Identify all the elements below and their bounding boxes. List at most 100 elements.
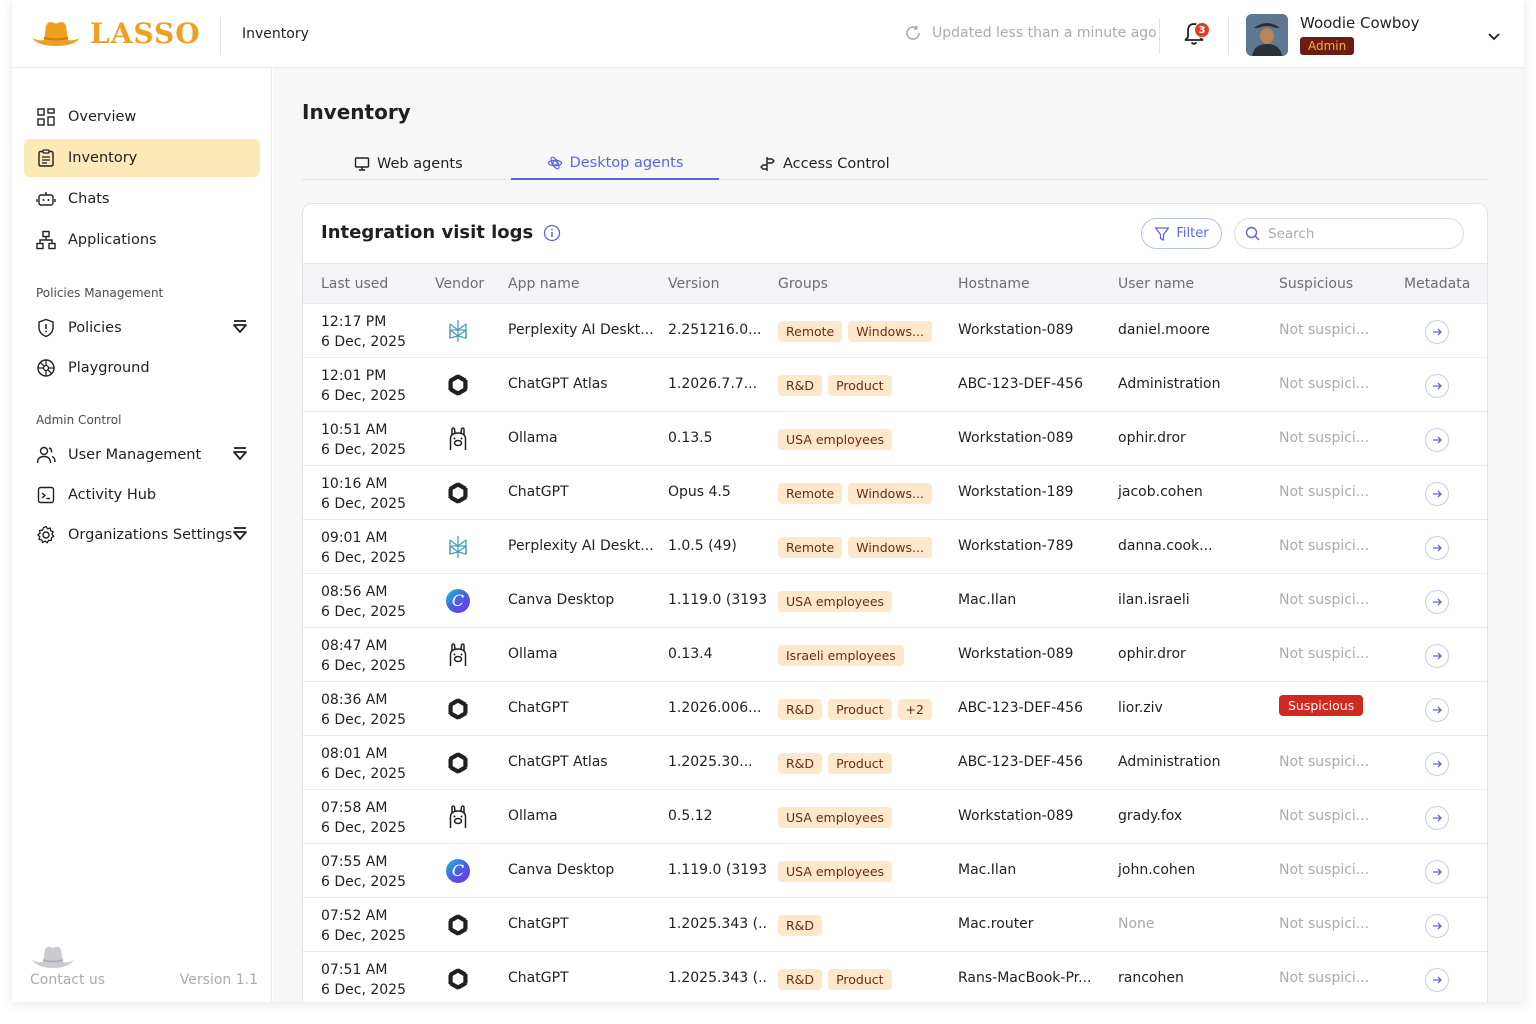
hostname-cell: ABC-123-DEF-456 (958, 376, 1083, 392)
metadata-button[interactable] (1425, 968, 1449, 992)
table-row[interactable]: 08:36 AM 6 Dec, 2025 ChatGPT 1.2026.006... R… (303, 682, 1487, 736)
info-icon[interactable] (543, 224, 561, 242)
arrow-right-icon (1433, 706, 1442, 714)
user-name-cell: daniel.moore (1118, 322, 1211, 338)
suspicious-cell: Not suspici... (1279, 646, 1369, 662)
sidebar-item-organizations-settings[interactable]: Organizations Settings (24, 516, 260, 554)
metadata-button[interactable] (1425, 428, 1449, 452)
app-name-cell: ChatGPT (508, 916, 569, 932)
tab-access-control[interactable]: Access Control (760, 148, 890, 180)
last-used-time: 07:52 AM (321, 908, 388, 924)
expand-icon[interactable] (232, 446, 248, 462)
column-header-metadata[interactable]: Metadata (1404, 276, 1470, 292)
suspicious-status: Not suspici... (1279, 376, 1370, 392)
sidebar-item-applications[interactable]: Applications (24, 221, 260, 259)
table-row[interactable]: 08:47 AM 6 Dec, 2025 Ollama 0.13.4 Israeli e… (303, 628, 1487, 682)
table-row[interactable]: 07:55 AM 6 Dec, 2025 C Canva Desktop 1.119.0… (303, 844, 1487, 898)
chevron-down-icon[interactable] (1486, 28, 1502, 44)
version-cell: 2.251216.0... (668, 322, 762, 338)
user-name-cell: Administration (1118, 754, 1221, 770)
group-tag: USA employees (778, 861, 893, 882)
metadata-button[interactable] (1425, 698, 1449, 722)
last-used-date: 6 Dec, 2025 (321, 766, 406, 782)
column-header-last-used[interactable]: Last used (321, 276, 388, 292)
table-row[interactable]: 10:51 AM 6 Dec, 2025 Ollama 0.13.5 USA emplo… (303, 412, 1487, 466)
metadata-button[interactable] (1425, 860, 1449, 884)
applications-icon (36, 230, 56, 250)
suspicious-status: Not suspici... (1279, 862, 1370, 878)
sidebar-item-chats[interactable]: Chats (24, 180, 260, 218)
sidebar-item-user-management[interactable]: User Management (24, 436, 260, 474)
hostname-cell: Mac.Ilan (958, 592, 1017, 608)
user-name-cell: john.cohen (1118, 862, 1196, 878)
divider (1228, 18, 1229, 54)
sidebar-item-activity-hub[interactable]: Activity Hub (24, 476, 260, 514)
column-header-suspicious[interactable]: Suspicious (1279, 276, 1353, 292)
app-name-cell: Canva Desktop (508, 592, 615, 608)
tab-bar: Web agents Desktop agents Access Control (302, 148, 1488, 180)
column-header-user-name[interactable]: User name (1118, 276, 1194, 292)
expand-icon[interactable] (232, 319, 248, 335)
app-name-cell: Perplexity AI Deskt... (508, 538, 654, 554)
column-header-vendor[interactable]: Vendor (435, 276, 484, 292)
metadata-button[interactable] (1425, 320, 1449, 344)
avatar[interactable] (1246, 14, 1288, 56)
arrow-right-icon (1433, 652, 1442, 660)
user-name-cell: ilan.israeli (1118, 592, 1190, 608)
column-header-groups[interactable]: Groups (778, 276, 828, 292)
table-row[interactable]: 08:56 AM 6 Dec, 2025 C Canva Desktop 1.119.0… (303, 574, 1487, 628)
table-row[interactable]: 07:51 AM 6 Dec, 2025 ChatGPT 1.2025.343 (..… (303, 952, 1487, 1002)
search-input[interactable] (1268, 225, 1448, 242)
table-row[interactable]: 08:01 AM 6 Dec, 2025 ChatGPT Atlas 1.2025.3… (303, 736, 1487, 790)
tab-web-agents[interactable]: Web agents (354, 148, 463, 180)
gear-icon (36, 525, 56, 545)
perplexity-logo-icon (443, 533, 473, 561)
metadata-button[interactable] (1425, 806, 1449, 830)
svg-text:C: C (452, 591, 464, 610)
last-used-date: 6 Dec, 2025 (321, 982, 406, 998)
groups-cell: R&D Product (778, 375, 892, 396)
app-name-cell: ChatGPT Atlas (508, 376, 608, 392)
metadata-button[interactable] (1425, 482, 1449, 506)
metadata-button[interactable] (1425, 644, 1449, 668)
table-row[interactable]: 10:16 AM 6 Dec, 2025 ChatGPT Opus 4.5 Remote… (303, 466, 1487, 520)
table-row[interactable]: 12:17 PM 6 Dec, 2025 Perplexity AI Deskt..… (303, 304, 1487, 358)
lasso-logo[interactable]: LASSO (28, 16, 201, 50)
user-name: Woodie Cowboy (1300, 14, 1420, 32)
divider (220, 18, 221, 54)
metadata-button[interactable] (1425, 752, 1449, 776)
user-name-cell: grady.fox (1118, 808, 1183, 824)
metadata-button[interactable] (1425, 536, 1449, 560)
sidebar-item-playground[interactable]: Playground (24, 349, 260, 387)
column-header-app-name[interactable]: App name (508, 276, 580, 292)
suspicious-status: Not suspici... (1279, 538, 1370, 554)
search-box (1234, 218, 1464, 249)
groups-cell: R&D Product (778, 753, 892, 774)
suspicious-cell: Not suspici... (1279, 484, 1369, 500)
sidebar-item-inventory[interactable]: Inventory (24, 139, 260, 177)
sidebar-item-policies[interactable]: Policies (24, 309, 260, 347)
suspicious-cell: Not suspici... (1279, 808, 1369, 824)
table-row[interactable]: 12:01 PM 6 Dec, 2025 ChatGPT Atlas 1.2026.7… (303, 358, 1487, 412)
metadata-button[interactable] (1425, 590, 1449, 614)
groups-cell: USA employees (778, 429, 893, 450)
expand-icon[interactable] (232, 526, 248, 542)
last-used-time: 12:17 PM (321, 314, 387, 330)
sidebar-item-overview[interactable]: Overview (24, 98, 260, 136)
filter-button[interactable]: Filter (1141, 218, 1222, 249)
hostname-cell: Mac.Ilan (958, 862, 1017, 878)
column-header-hostname[interactable]: Hostname (958, 276, 1030, 292)
contact-us-link[interactable]: Contact us (30, 972, 105, 988)
tab-desktop-agents[interactable]: Desktop agents (511, 148, 719, 180)
suspicious-cell: Not suspici... (1279, 916, 1369, 932)
column-header-version[interactable]: Version (668, 276, 719, 292)
table-row[interactable]: 09:01 AM 6 Dec, 2025 Perplexity AI Deskt..… (303, 520, 1487, 574)
refresh-icon[interactable] (904, 24, 922, 42)
metadata-button[interactable] (1425, 914, 1449, 938)
metadata-button[interactable] (1425, 374, 1449, 398)
suspicious-status: Not suspici... (1279, 646, 1370, 662)
table-row[interactable]: 07:52 AM 6 Dec, 2025 ChatGPT 1.2025.343 (..… (303, 898, 1487, 952)
version-cell: 1.119.0 (3193... (668, 592, 768, 608)
table-row[interactable]: 07:58 AM 6 Dec, 2025 Ollama 0.5.12 USA emplo… (303, 790, 1487, 844)
users-icon (36, 445, 56, 465)
